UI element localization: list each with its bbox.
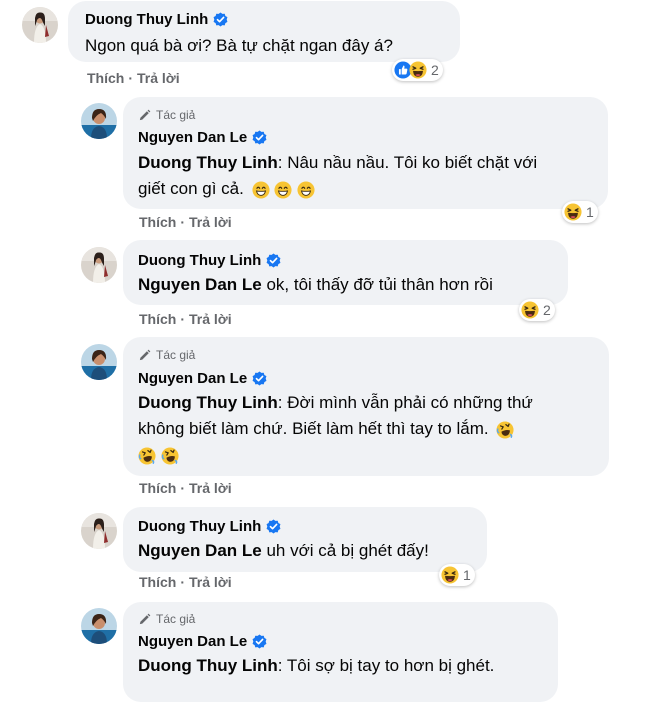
verified-badge-icon <box>266 519 281 534</box>
comment-actions: Thích · Trả lời <box>139 214 232 230</box>
author-name-text[interactable]: Nguyen Dan Le <box>138 633 247 650</box>
author-badge: Tác giả <box>138 612 195 626</box>
like-button[interactable]: Thích <box>139 574 176 590</box>
comment-text-line-2-row: không biết làm chứ. Biết làm hết thì tay… <box>138 416 514 442</box>
mention-link[interactable]: Nguyen Dan Le <box>138 541 262 560</box>
avatar[interactable] <box>22 7 58 43</box>
reply-button[interactable]: Trả lời <box>189 311 232 327</box>
comment-actions: Thích · Trả lời <box>139 480 232 496</box>
comment-text: Duong Thuy Linh: Nâu nầu nầu. Tôi ko biế… <box>138 150 537 176</box>
like-button[interactable]: Thích <box>139 311 176 327</box>
comment-text-line-1: : Đời mình vẫn phải có những thứ <box>277 393 533 412</box>
author-name-text[interactable]: Duong Thuy Linh <box>138 252 261 269</box>
avatar[interactable] <box>81 608 117 644</box>
reaction-summary[interactable]: 2 <box>392 59 443 81</box>
author-name-text[interactable]: Nguyen Dan Le <box>138 370 247 387</box>
author-badge-label: Tác giả <box>156 108 196 122</box>
comment-text-line-1: : Nâu nầu nầu. Tôi ko biết chặt với <box>277 153 538 172</box>
reaction-count: 2 <box>431 62 439 78</box>
grinning-emoji-icon <box>274 181 292 199</box>
rolling-laughing-emoji-icon <box>138 447 156 465</box>
verified-badge-icon <box>213 12 228 27</box>
author-badge-label: Tác giả <box>156 612 196 626</box>
comment-1: Duong Thuy Linh Ngon quá bà ơi? Bà tự ch… <box>0 0 660 95</box>
author-name-text[interactable]: Nguyen Dan Le <box>138 129 247 146</box>
action-separator: · <box>128 70 134 86</box>
avatar[interactable] <box>81 247 117 283</box>
comment-text: Nguyen Dan Le ok, tôi thấy đỡ tủi thân h… <box>138 272 493 298</box>
rolling-laughing-emoji-icon <box>496 421 514 439</box>
reaction-count: 1 <box>463 567 471 583</box>
reply-button[interactable]: Trả lời <box>189 574 232 590</box>
reply-button[interactable]: Trả lời <box>137 70 180 86</box>
comment-text-body: ok, tôi thấy đỡ tủi thân hơn rồi <box>261 275 493 294</box>
comment-text: Nguyen Dan Le uh với cả bị ghét đấy! <box>138 538 429 564</box>
grinning-emoji-icon <box>252 181 270 199</box>
comment-author-name[interactable]: Duong Thuy Linh <box>138 252 281 269</box>
comment-text-line-2-row: giết con gì cả. <box>138 176 315 202</box>
comment-text-body: uh với cả bị ghét đấy! <box>261 541 429 560</box>
reaction-summary[interactable]: 1 <box>562 201 598 223</box>
comment-text-body: : Tôi sợ bị tay to hơn bị ghét. <box>277 656 495 675</box>
comment-3: Duong Thuy Linh Nguyen Dan Le ok, tôi th… <box>0 235 660 335</box>
comment-text: Ngon quá bà ơi? Bà tự chặt ngan đây á? <box>85 36 393 55</box>
reaction-count: 2 <box>543 302 551 318</box>
comment-text-line-2: không biết làm chứ. Biết làm hết thì tay… <box>138 419 489 438</box>
avatar[interactable] <box>81 513 117 549</box>
comment-author-name[interactable]: Nguyen Dan Le <box>138 370 267 387</box>
comment-author-name[interactable]: Nguyen Dan Le <box>138 633 267 650</box>
haha-reaction-icon <box>409 61 427 79</box>
author-name-text[interactable]: Duong Thuy Linh <box>85 11 208 28</box>
comment-actions: Thích · Trả lời <box>139 311 232 327</box>
mention-link[interactable]: Duong Thuy Linh <box>138 393 278 412</box>
verified-badge-icon <box>252 371 267 386</box>
reply-button[interactable]: Trả lời <box>189 480 232 496</box>
reaction-summary[interactable]: 1 <box>439 564 475 586</box>
author-badge: Tác giả <box>138 348 195 362</box>
verified-badge-icon <box>252 634 267 649</box>
action-separator: · <box>180 574 186 590</box>
mention-link[interactable]: Duong Thuy Linh <box>138 153 278 172</box>
comment-author-name[interactable]: Duong Thuy Linh <box>138 518 281 535</box>
grinning-emoji-icon <box>297 181 315 199</box>
avatar[interactable] <box>81 103 117 139</box>
rolling-laughing-emoji-icon <box>161 447 179 465</box>
mention-link[interactable]: Duong Thuy Linh <box>138 656 278 675</box>
action-separator: · <box>180 480 186 496</box>
comment-text: Duong Thuy Linh: Tôi sợ bị tay to hơn bị… <box>138 653 494 679</box>
comment-author-name[interactable]: Duong Thuy Linh <box>85 11 228 28</box>
haha-reaction-icon <box>564 203 582 221</box>
avatar[interactable] <box>81 344 117 380</box>
action-separator: · <box>180 214 186 230</box>
like-button[interactable]: Thích <box>139 214 176 230</box>
reaction-summary[interactable]: 2 <box>519 299 555 321</box>
reaction-count: 1 <box>586 204 594 220</box>
verified-badge-icon <box>266 253 281 268</box>
pen-icon <box>138 109 151 122</box>
comment-2: Tác giả Nguyen Dan Le Duong Thuy Linh: N… <box>0 95 660 235</box>
like-button[interactable]: Thích <box>87 70 124 86</box>
comment-author-name[interactable]: Nguyen Dan Le <box>138 129 267 146</box>
haha-reaction-icon <box>521 301 539 319</box>
haha-reaction-icon <box>441 566 459 584</box>
mention-link[interactable]: Nguyen Dan Le <box>138 275 262 294</box>
action-separator: · <box>180 311 186 327</box>
comment-5: Duong Thuy Linh Nguyen Dan Le uh với cả … <box>0 505 660 600</box>
comment-text: Duong Thuy Linh: Đời mình vẫn phải có nh… <box>138 390 533 416</box>
pen-icon <box>138 613 151 626</box>
comment-6: Tác giả Nguyen Dan Le Duong Thuy Linh: T… <box>0 600 660 702</box>
pen-icon <box>138 349 151 362</box>
comment-4: Tác giả Nguyen Dan Le Duong Thuy Linh: Đ… <box>0 335 660 505</box>
author-name-text[interactable]: Duong Thuy Linh <box>138 518 261 535</box>
author-badge: Tác giả <box>138 108 195 122</box>
author-badge-label: Tác giả <box>156 348 196 362</box>
comment-actions: Thích · Trả lời <box>87 70 180 86</box>
reply-button[interactable]: Trả lời <box>189 214 232 230</box>
like-button[interactable]: Thích <box>139 480 176 496</box>
comment-emoji-row <box>138 442 179 468</box>
comment-actions: Thích · Trả lời <box>139 574 232 590</box>
comment-text-line-2: giết con gì cả. <box>138 179 244 198</box>
verified-badge-icon <box>252 130 267 145</box>
